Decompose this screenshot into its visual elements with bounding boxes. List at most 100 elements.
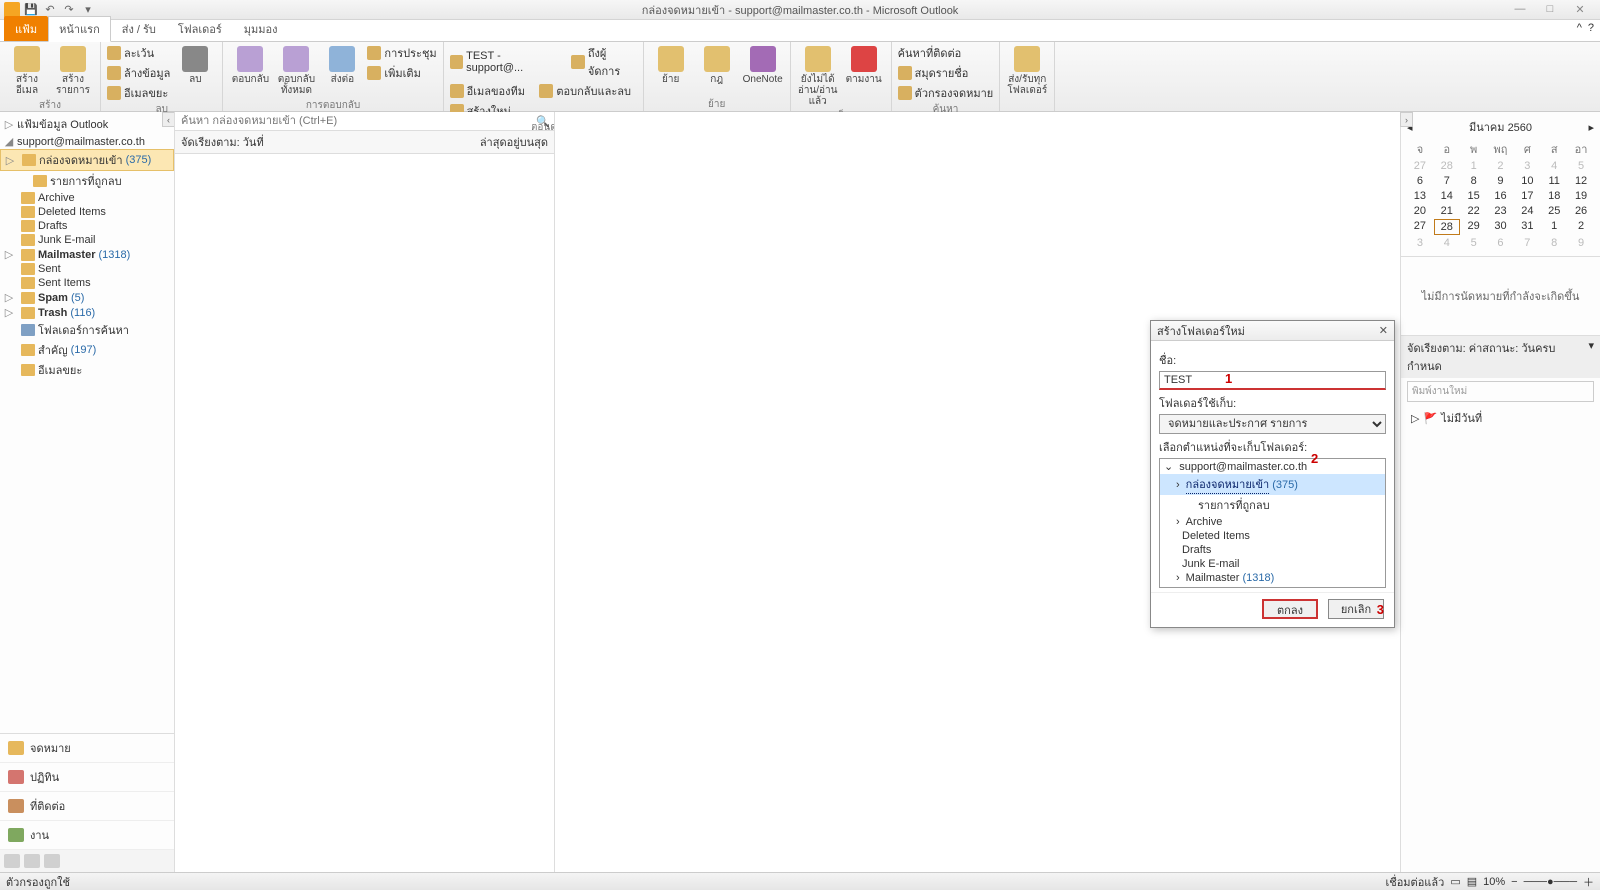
tree-item-Archive[interactable]: ›Archive (1160, 515, 1385, 529)
calendar-day[interactable]: 28 (1434, 159, 1460, 173)
maximize-button[interactable]: □ (1538, 3, 1562, 16)
cleanup-button[interactable]: ล้างข้อมูล (107, 64, 170, 82)
calendar-day[interactable]: 19 (1568, 189, 1594, 203)
zoom-slider[interactable]: ───●─── (1524, 876, 1577, 888)
delete-button[interactable]: ลบ (174, 44, 216, 87)
calendar-day[interactable]: 3 (1407, 236, 1433, 250)
calendar-day[interactable]: 14 (1434, 189, 1460, 203)
folder-Deleted Items[interactable]: Deleted Items (0, 205, 174, 219)
tree-item-Drafts[interactable]: Drafts (1160, 543, 1385, 557)
address-book-button[interactable]: สมุดรายชื่อ (898, 64, 994, 82)
calendar-day[interactable]: 30 (1488, 219, 1514, 235)
calendar-day[interactable]: 4 (1434, 236, 1460, 250)
tree-account[interactable]: ⌄support@mailmaster.co.th (1160, 459, 1385, 474)
calendar-day[interactable]: 1 (1541, 219, 1567, 235)
new-task-input[interactable]: พิมพ์งานใหม่ (1407, 381, 1594, 402)
tab-file[interactable]: แฟ้ม (4, 16, 48, 41)
find-contact-input[interactable]: ค้นหาที่ติดต่อ (898, 44, 994, 62)
forward-button[interactable]: ส่งต่อ (321, 44, 363, 87)
folder-Sent Items[interactable]: Sent Items (0, 276, 174, 290)
search-icon[interactable]: 🔍 (532, 112, 554, 130)
calendar-day[interactable]: 17 (1514, 189, 1540, 203)
tab-home[interactable]: หน้าแรก (48, 16, 111, 42)
calendar-day[interactable]: 3 (1514, 159, 1540, 173)
calendar-day[interactable]: 21 (1434, 204, 1460, 218)
calendar-day[interactable]: 26 (1568, 204, 1594, 218)
reply-button[interactable]: ตอบกลับ (229, 44, 271, 87)
tab-folder[interactable]: โฟลเดอร์ (167, 16, 233, 41)
calendar-day[interactable]: 11 (1541, 174, 1567, 188)
tree-root-datafile[interactable]: ▷แฟ้มข้อมูล Outlook (0, 114, 174, 134)
reply-all-button[interactable]: ตอบกลับทั้งหมด (275, 44, 317, 98)
calendar-day[interactable]: 12 (1568, 174, 1594, 188)
folder-รายการที่ถูกลบ[interactable]: รายการที่ถูกลบ (0, 171, 174, 191)
send-receive-button[interactable]: ส่ง/รับทุกโฟลเดอร์ (1006, 44, 1048, 98)
zoom-in-icon[interactable]: ＋ (1583, 874, 1594, 890)
tree-account[interactable]: ◢support@mailmaster.co.th (0, 134, 174, 149)
calendar-day[interactable]: 1 (1461, 159, 1487, 173)
calendar-day[interactable]: 7 (1514, 236, 1540, 250)
nav-contacts[interactable]: ที่ติดต่อ (0, 792, 174, 821)
rules-button[interactable]: กฎ (696, 44, 738, 87)
minimize-button[interactable]: — (1508, 3, 1532, 16)
calendar-day[interactable]: 15 (1461, 189, 1487, 203)
list-header[interactable]: จัดเรียงตาม: วันที่ ล่าสุดอยู่บนสุด (175, 131, 554, 154)
calendar-day[interactable]: 27 (1407, 219, 1433, 235)
calendar-day[interactable]: 25 (1541, 204, 1567, 218)
folder-Mailmaster[interactable]: ▷Mailmaster (1318) (0, 247, 174, 262)
folder-contains-select[interactable]: จดหมายและประกาศ รายการ (1159, 414, 1386, 434)
folder-สำคัญ[interactable]: สำคัญ (197) (0, 340, 174, 360)
calendar-grid[interactable]: จอพพฤศสอา2728123456789101112131415161718… (1407, 140, 1594, 250)
task-group[interactable]: ▷🚩ไม่มีวันที่ (1401, 405, 1600, 431)
unread-button[interactable]: ยังไม่ได้อ่าน/อ่านแล้ว (797, 44, 839, 109)
calendar-day[interactable]: 9 (1568, 236, 1594, 250)
location-tree[interactable]: ⌄support@mailmaster.co.th ›กล่องจดหมายเข… (1159, 458, 1386, 588)
new-email-button[interactable]: สร้างอีเมล (6, 44, 48, 98)
nav-calendar[interactable]: ปฏิทิน (0, 763, 174, 792)
help-icon[interactable]: ? (1588, 22, 1594, 34)
tasks-header[interactable]: จัดเรียงตาม: ค่าสถานะ: วันครบกำหนด▾ (1401, 336, 1600, 378)
calendar-day[interactable]: 2 (1568, 219, 1594, 235)
close-button[interactable]: ✕ (1568, 3, 1592, 16)
folder-Junk E-mail[interactable]: Junk E-mail (0, 233, 174, 247)
calendar-day[interactable]: 7 (1434, 174, 1460, 188)
tree-item-Junk E-mail[interactable]: Junk E-mail (1160, 557, 1385, 571)
filter-button[interactable]: ตัวกรองจดหมาย (898, 84, 994, 102)
ok-button[interactable]: ตกลง (1262, 599, 1318, 619)
calendar-day[interactable]: 10 (1514, 174, 1540, 188)
folder-อีเมลขยะ[interactable]: อีเมลขยะ (0, 360, 174, 380)
folder-Archive[interactable]: Archive (0, 191, 174, 205)
view-normal-icon[interactable]: ▭ (1450, 875, 1460, 888)
collapse-right-icon[interactable]: › (1400, 112, 1413, 127)
calendar-day[interactable]: 2 (1488, 159, 1514, 173)
calendar-day[interactable]: 8 (1541, 236, 1567, 250)
cancel-button[interactable]: ยกเลิก (1328, 599, 1384, 619)
folder-Drafts[interactable]: Drafts (0, 219, 174, 233)
junk-button[interactable]: อีเมลขยะ (107, 84, 170, 102)
calendar-day[interactable]: 24 (1514, 204, 1540, 218)
search-input[interactable] (175, 112, 532, 130)
calendar-day[interactable]: 5 (1568, 159, 1594, 173)
calendar-day[interactable]: 6 (1488, 236, 1514, 250)
calendar-day[interactable]: 29 (1461, 219, 1487, 235)
calendar-day[interactable]: 6 (1407, 174, 1433, 188)
calendar-day[interactable]: 18 (1541, 189, 1567, 203)
tree-item-Sent[interactable]: Sent (1160, 585, 1385, 588)
folder-Trash[interactable]: ▷Trash (116) (0, 305, 174, 320)
collapse-nav-icon[interactable]: ‹ (162, 112, 174, 127)
quickstep-item[interactable]: TEST - support@... ถึงผู้จัดการ (450, 44, 637, 80)
folder-โฟลเดอร์การค้นหา[interactable]: โฟลเดอร์การค้นหา (0, 320, 174, 340)
folder-Spam[interactable]: ▷Spam (5) (0, 290, 174, 305)
calendar-day[interactable]: 13 (1407, 189, 1433, 203)
meeting-button[interactable]: การประชุม (367, 44, 436, 62)
quickstep-item[interactable]: อีเมลของทีม ตอบกลับและลบ (450, 82, 637, 100)
calendar-day[interactable]: 31 (1514, 219, 1540, 235)
nav-tasks[interactable]: งาน (0, 821, 174, 850)
folder-กล่องจดหมายเข้า[interactable]: ▷กล่องจดหมายเข้า (375) (0, 149, 174, 171)
calendar-day[interactable]: 27 (1407, 159, 1433, 173)
calendar-day[interactable]: 23 (1488, 204, 1514, 218)
calendar-day[interactable]: 9 (1488, 174, 1514, 188)
calendar-day[interactable]: 20 (1407, 204, 1433, 218)
followup-button[interactable]: ตามงาน (843, 44, 885, 87)
next-month-icon[interactable]: ▸ (1588, 121, 1594, 134)
